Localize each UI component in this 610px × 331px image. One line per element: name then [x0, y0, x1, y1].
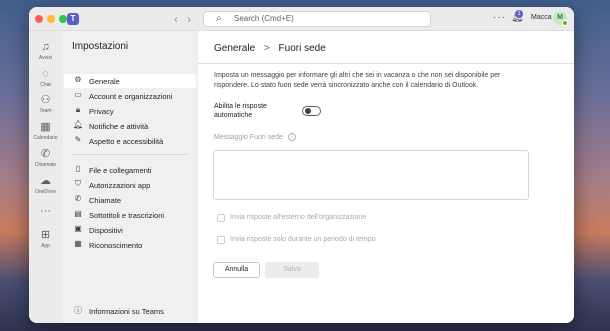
- menu-item-label: Riconoscimento: [89, 241, 143, 250]
- menu-item-label: Notifiche e attività: [89, 122, 149, 131]
- menu-item-notifiche[interactable]: 🔔︎ Notifiche e attività: [64, 119, 196, 133]
- breadcrumb: Generale > Fuori sede: [214, 43, 326, 54]
- menu-item-privacy[interactable]: 🔒︎ Privacy: [64, 104, 196, 118]
- settings-sidebar: Impostazioni ⚙ Generale ▭ Account e orga…: [62, 31, 198, 323]
- cloud-icon: ☁: [40, 175, 51, 187]
- menu-divider: [72, 154, 188, 155]
- recognition-icon: ▦: [74, 239, 82, 248]
- gear-icon: ⚙: [74, 75, 82, 84]
- out-of-office-message-field[interactable]: [213, 150, 529, 200]
- rail-item-onedrive[interactable]: ☁ OneDrive: [29, 175, 62, 195]
- menu-item-label: Dispositivi: [89, 226, 123, 235]
- search-placeholder: Search (Cmd+E): [234, 14, 294, 23]
- info-icon[interactable]: i: [288, 133, 296, 141]
- menu-item-label: Privacy: [89, 107, 114, 116]
- minimize-window-button[interactable]: [47, 15, 55, 23]
- teams-logo-icon: T: [67, 13, 79, 25]
- rail-item-calendario[interactable]: ▦ Calendario: [29, 121, 62, 141]
- time-period-checkbox[interactable]: [217, 236, 225, 244]
- info-icon: ⓘ: [74, 306, 82, 315]
- menu-item-aspetto[interactable]: ✎ Aspetto e accessibilità: [64, 134, 196, 148]
- search-input[interactable]: ⌕ Search (Cmd+E): [203, 11, 431, 27]
- menu-item-label: Sottotitoli e trascrizioni: [89, 211, 165, 220]
- rail-label: Team: [39, 108, 52, 114]
- file-icon: ▯: [75, 164, 81, 173]
- rail-item-chiamate[interactable]: ✆ Chiamate: [29, 148, 62, 168]
- menu-item-generale[interactable]: ⚙ Generale: [64, 74, 196, 88]
- team-icon: ⚇: [40, 94, 51, 106]
- chat-icon: ◌: [42, 68, 49, 80]
- rail-item-chat[interactable]: ◌ Chat: [29, 68, 62, 88]
- phone-icon: ✆: [40, 148, 51, 160]
- menu-item-riconoscimento[interactable]: ▦ Riconoscimento: [64, 238, 196, 252]
- apps-icon: ⊞: [40, 229, 51, 241]
- cancel-button[interactable]: Annulla: [213, 262, 260, 278]
- rail-item-app[interactable]: ⊞ App: [29, 229, 62, 249]
- menu-item-dispositivi[interactable]: ▣ Dispositivi: [64, 223, 196, 237]
- menu-item-label: Informazioni su Teams: [89, 307, 164, 316]
- menu-item-info-teams[interactable]: ⓘ Informazioni su Teams: [64, 304, 196, 318]
- forward-arrow-icon[interactable]: ›: [187, 12, 191, 26]
- external-replies-checkbox[interactable]: [217, 214, 225, 222]
- zoom-window-button[interactable]: [59, 15, 67, 23]
- chevron-right-icon: >: [263, 43, 270, 54]
- page-title: Fuori sede: [278, 43, 326, 54]
- auto-reply-toggle[interactable]: [302, 106, 321, 116]
- menu-item-label: Autorizzazioni app: [89, 181, 151, 190]
- appearance-icon: ✎: [74, 135, 82, 144]
- toggle-knob: [305, 108, 311, 114]
- app-rail: ♫ Avvisi ◌ Chat ⚇ Team ▦ Calendario ✆ Ch…: [29, 31, 62, 323]
- rail-label: Avvisi: [39, 55, 52, 61]
- rail-label: OneDrive: [34, 189, 57, 195]
- calendar-icon: ▦: [40, 121, 51, 133]
- menu-item-label: Account e organizzazioni: [89, 92, 173, 101]
- search-icon: ⌕: [216, 13, 222, 24]
- rail-item-more[interactable]: ···: [29, 205, 62, 218]
- account-icon: ▭: [74, 90, 82, 99]
- presence-indicator: [562, 20, 568, 26]
- device-icon: ▣: [74, 224, 82, 233]
- menu-item-label: Generale: [89, 77, 120, 86]
- close-window-button[interactable]: [35, 15, 43, 23]
- more-options-button[interactable]: ···: [493, 12, 506, 23]
- captions-icon: ▤: [74, 209, 82, 218]
- rail-label: App: [41, 243, 50, 249]
- message-label: Messaggio Fuori sede: [214, 134, 283, 141]
- save-button[interactable]: Salva: [265, 262, 319, 278]
- main-content: Generale > Fuori sede Imposta un messagg…: [198, 31, 574, 323]
- menu-item-file[interactable]: ▯ File e collegamenti: [64, 163, 196, 177]
- bell-icon: ♫: [41, 41, 50, 53]
- phone-icon: ✆: [74, 194, 82, 203]
- title-bar: T ‹ › ⌕ Search (Cmd+E) ··· 🔔︎ 1 Macca M: [29, 7, 574, 31]
- breadcrumb-parent[interactable]: Generale: [214, 43, 255, 54]
- bell-icon: 🔔︎: [73, 120, 84, 129]
- auto-reply-label: Abilita le risposte automatiche: [214, 103, 267, 119]
- rail-item-avvisi[interactable]: ♫ Avvisi: [29, 41, 62, 61]
- more-icon: ···: [40, 205, 51, 217]
- settings-title: Impostazioni: [72, 41, 129, 52]
- notification-badge: 1: [515, 10, 523, 18]
- menu-item-label: Chiamate: [89, 196, 122, 205]
- description-text: Imposta un messaggio per informare gli a…: [214, 72, 501, 89]
- menu-item-chiamate[interactable]: ✆ Chiamate: [64, 193, 196, 207]
- user-name[interactable]: Macca: [531, 14, 552, 21]
- rail-label: Chat: [40, 82, 51, 88]
- menu-item-account[interactable]: ▭ Account e organizzazioni: [64, 89, 196, 103]
- rail-item-team[interactable]: ⚇ Team: [29, 94, 62, 114]
- teams-window: T ‹ › ⌕ Search (Cmd+E) ··· 🔔︎ 1 Macca M …: [29, 7, 574, 323]
- menu-item-label: File e collegamenti: [89, 166, 152, 175]
- external-replies-label: Invia risposte all'esterno dell'organizz…: [230, 214, 367, 221]
- header-divider: [198, 63, 574, 64]
- shield-icon: ⛉: [75, 179, 81, 188]
- menu-item-autorizzazioni[interactable]: ⛉ Autorizzazioni app: [64, 178, 196, 192]
- rail-label: Calendario: [33, 135, 58, 141]
- menu-item-sottotitoli[interactable]: ▤ Sottotitoli e trascrizioni: [64, 208, 196, 222]
- back-arrow-icon[interactable]: ‹: [174, 12, 178, 26]
- lock-icon: 🔒︎: [75, 105, 81, 114]
- rail-label: Chiamate: [34, 162, 57, 168]
- time-period-label: Invia risposte solo durante un periodo d…: [230, 236, 376, 243]
- menu-item-label: Aspetto e accessibilità: [89, 137, 164, 146]
